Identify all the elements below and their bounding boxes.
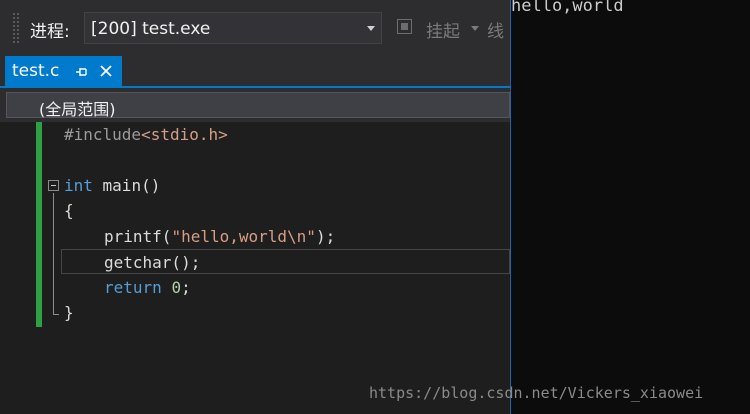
suspend-dropdown-arrow-icon[interactable]: [471, 26, 479, 31]
dropdown-arrow-icon: [367, 26, 375, 31]
code-line-include[interactable]: #include<stdio.h>: [64, 122, 228, 147]
return-value: 0: [171, 278, 182, 297]
window-divider: [510, 0, 511, 414]
fold-guide: [53, 193, 54, 315]
code-line-getchar[interactable]: getchar();: [104, 250, 200, 275]
tab-underline: [0, 86, 510, 88]
process-dropdown[interactable]: [200] test.exe: [84, 12, 382, 44]
close-icon[interactable]: [98, 63, 114, 79]
keyword-return: return: [104, 278, 162, 297]
preprocessor-directive: #include: [64, 125, 142, 144]
process-value: [200] test.exe: [91, 19, 211, 39]
code-line-printf[interactable]: printf("hello,world\n");: [104, 224, 335, 249]
toolbar-grip-icon[interactable]: [12, 12, 20, 44]
tab-test-c[interactable]: test.c: [5, 56, 122, 86]
change-marker: [36, 122, 42, 327]
line-gutter: [0, 122, 34, 414]
code-line-main[interactable]: int main(): [64, 173, 160, 198]
code-line-close-brace[interactable]: }: [64, 300, 74, 325]
scope-navigation-bar[interactable]: (全局范围): [6, 92, 510, 119]
suspend-button[interactable]: 挂起: [426, 17, 460, 42]
tab-title: test.c: [12, 61, 60, 81]
suspend-icon[interactable]: [397, 19, 412, 34]
code-editor[interactable]: #include<stdio.h> int main() { printf("h…: [0, 122, 510, 414]
fold-icon[interactable]: [48, 180, 59, 191]
keyword-int: int: [64, 176, 93, 195]
code-line-open-brace[interactable]: {: [64, 198, 74, 223]
function-signature: main(): [92, 176, 161, 195]
thread-label[interactable]: 线: [487, 17, 504, 42]
fold-guide-end: [53, 314, 59, 315]
code-line-return[interactable]: return 0;: [104, 275, 191, 300]
console-output: hello,world: [511, 0, 624, 16]
pin-icon[interactable]: [75, 66, 89, 78]
string-literal: "hello,world\n": [171, 227, 316, 246]
statement-end: ;: [181, 278, 191, 297]
include-header: <stdio.h>: [141, 125, 228, 144]
printf-call: printf(: [104, 227, 172, 246]
statement-end: );: [315, 227, 336, 246]
debug-toolbar: 进程: [200] test.exe 挂起 线: [0, 0, 510, 56]
process-label: 进程:: [30, 22, 70, 42]
ide-window: 进程: [200] test.exe 挂起 线 test.c (全局范围) #i…: [0, 0, 510, 414]
watermark-url: https://blog.csdn.net/Vickers_xiaowei: [369, 384, 704, 402]
document-tab-bar: test.c: [0, 56, 510, 86]
scope-label: (全局范围): [39, 100, 116, 119]
